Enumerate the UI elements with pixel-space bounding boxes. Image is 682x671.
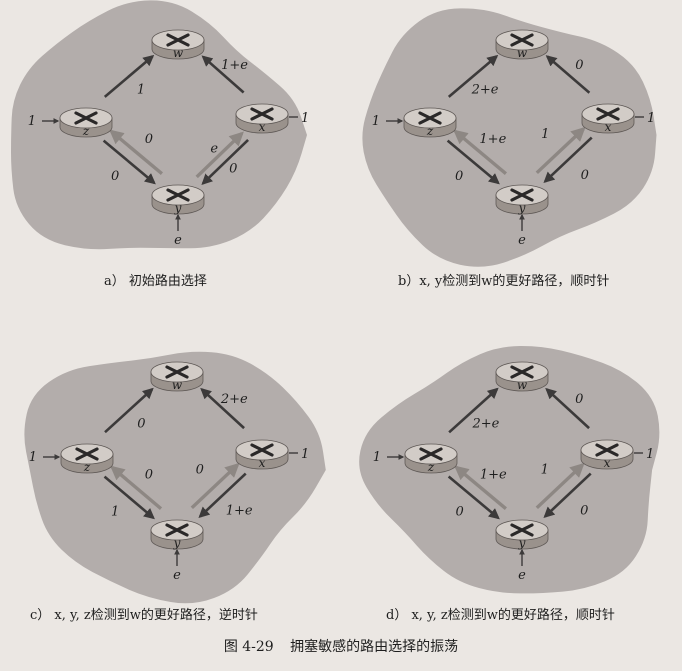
input-label-x: 1 bbox=[647, 111, 655, 126]
router-y: y bbox=[150, 519, 204, 550]
load-label-y-x-lower: 0 bbox=[581, 168, 589, 183]
load-label-y-x-lower: 1+e bbox=[226, 504, 253, 519]
panel-caption-d: d） x, y, z检测到w的更好路径，顺时针 bbox=[386, 608, 615, 623]
router-x: x bbox=[235, 439, 289, 470]
router-w-label: w bbox=[517, 378, 528, 392]
load-label-x-y: 0 bbox=[229, 161, 237, 176]
router-y-label: y bbox=[174, 201, 182, 215]
load-label-y-z-upper: 0 bbox=[145, 468, 153, 483]
router-w-label: w bbox=[172, 378, 183, 392]
load-label-z-w: 0 bbox=[137, 416, 145, 431]
router-y: y bbox=[495, 519, 549, 550]
input-label-x: 1 bbox=[646, 447, 654, 462]
router-x-label: x bbox=[259, 120, 266, 134]
panel-a: 11+e00e01 1ewz xy bbox=[11, 0, 309, 250]
input-label-x: 1 bbox=[301, 111, 309, 126]
load-label-y-z-lower: 0 bbox=[111, 169, 119, 184]
panel-b: 2+e 0 1+e 0 1 0 1 1 e w z x y bbox=[362, 8, 657, 267]
router-z-label: z bbox=[82, 124, 90, 138]
router-z: z bbox=[60, 443, 114, 474]
load-label-z-w: 1 bbox=[137, 83, 145, 98]
input-label-y: e bbox=[518, 568, 526, 583]
load-label-x-w: 0 bbox=[575, 392, 583, 407]
input-label-z: 1 bbox=[28, 114, 36, 129]
router-x-label: x bbox=[604, 456, 611, 470]
input-label-y: e bbox=[174, 233, 182, 248]
figure-number: 图 4-29 bbox=[223, 639, 274, 655]
load-label-z-w: 2+e bbox=[471, 416, 499, 431]
input-label-y: e bbox=[173, 568, 181, 583]
router-x: x bbox=[581, 103, 635, 134]
panel-c: 0 2+e 0 1 0 1+e 1 1 e w z x y bbox=[24, 351, 326, 604]
figure: 1 1+e 0 0 e 0 1 1 e w z x y 2+e 0 1+e 0 1 0 1 1 e w z x y 0 2+e 0 1 0 1… bbox=[0, 0, 682, 671]
router-z-label: z bbox=[426, 124, 434, 138]
router-w: w bbox=[150, 361, 204, 392]
load-label-y-z-lower: 0 bbox=[456, 504, 464, 519]
load-label-y-z-upper: 1+e bbox=[479, 132, 506, 147]
figure-caption: 图 4-29 拥塞敏感的路由选择的振荡 bbox=[0, 636, 682, 656]
load-label-y-z-lower: 1 bbox=[111, 504, 119, 519]
router-w: w bbox=[495, 29, 549, 60]
router-y: y bbox=[495, 184, 549, 215]
load-label-y-z-upper: 0 bbox=[145, 132, 153, 147]
input-label-z: 1 bbox=[29, 450, 37, 465]
router-w: w bbox=[495, 361, 549, 392]
load-label-y-x: e bbox=[210, 141, 218, 156]
router-w-label: w bbox=[517, 46, 528, 60]
router-x: x bbox=[235, 103, 289, 134]
router-y-label: y bbox=[518, 536, 526, 550]
figure-title: 拥塞敏感的路由选择的振荡 bbox=[290, 639, 459, 655]
load-label-z-w: 2+e bbox=[471, 83, 499, 98]
load-label-y-x-upper: 0 bbox=[196, 462, 204, 477]
router-z-label: z bbox=[83, 460, 91, 474]
panel-caption-a: a） 初始路由选择 bbox=[104, 274, 207, 289]
router-z: z bbox=[59, 107, 113, 138]
load-label-y-x-upper: 1 bbox=[541, 462, 549, 477]
router-x: x bbox=[580, 439, 634, 470]
router-w-label: w bbox=[173, 46, 184, 60]
load-label-y-z-upper: 1+e bbox=[480, 468, 507, 483]
router-z-label: z bbox=[427, 460, 435, 474]
router-w: w bbox=[151, 29, 205, 60]
panel-d: 2+e 0 1+e 0 1 0 1 1 e w z x y bbox=[359, 345, 660, 594]
router-x-label: x bbox=[605, 120, 612, 134]
input-label-x: 1 bbox=[301, 447, 309, 462]
router-y: y bbox=[151, 184, 205, 215]
load-label-x-w: 0 bbox=[575, 58, 583, 73]
input-label-z: 1 bbox=[372, 114, 380, 129]
load-label-y-z-lower: 0 bbox=[455, 169, 463, 184]
load-label-y-x-lower: 0 bbox=[580, 504, 588, 519]
router-y-label: y bbox=[518, 201, 526, 215]
router-z: z bbox=[403, 107, 457, 138]
input-label-z: 1 bbox=[373, 450, 381, 465]
router-z: z bbox=[404, 443, 458, 474]
router-y-label: y bbox=[173, 536, 181, 550]
input-label-y: e bbox=[518, 233, 526, 248]
load-label-x-w: 2+e bbox=[220, 392, 248, 407]
load-label-x-w: 1+e bbox=[221, 58, 248, 73]
panel-caption-b: b）x, y检测到w的更好路径，顺时针 bbox=[398, 274, 610, 289]
router-x-label: x bbox=[259, 456, 266, 470]
panel-caption-c: c） x, y, z检测到w的更好路径，逆时针 bbox=[30, 608, 258, 623]
routing-diagram: 11+e00e01 1ewz xy2+e01+e0101 1ewz xy02+e0101… bbox=[11, 0, 660, 604]
load-label-y-x-upper: 1 bbox=[541, 127, 549, 142]
